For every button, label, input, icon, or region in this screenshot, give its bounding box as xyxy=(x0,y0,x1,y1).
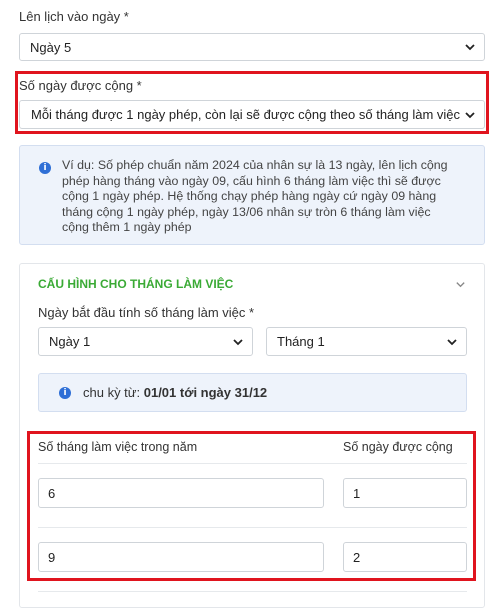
example-info-box: i Ví dụ: Số phép chuẩn năm 2024 của nhân… xyxy=(19,145,485,245)
info-icon: i xyxy=(59,387,71,399)
start-day-select[interactable]: Ngày 1 xyxy=(38,327,253,356)
chevron-down-icon xyxy=(465,111,475,118)
table-divider xyxy=(38,463,467,464)
added-days-label: Số ngày được cộng * xyxy=(19,78,142,93)
days-value-row-2: 2 xyxy=(353,549,361,565)
days-input-row-1[interactable]: 1 xyxy=(343,478,467,508)
added-days-value: Mỗi tháng được 1 ngày phép, còn lại sẽ đ… xyxy=(31,107,461,122)
schedule-label: Lên lịch vào ngày * xyxy=(19,9,129,24)
schedule-day-value: Ngày 5 xyxy=(30,39,72,55)
start-day-value: Ngày 1 xyxy=(49,334,91,349)
cycle-prefix: chu kỳ từ: xyxy=(83,385,144,400)
chevron-down-icon xyxy=(465,44,475,51)
schedule-day-select[interactable]: Ngày 5 xyxy=(19,33,485,61)
table-divider xyxy=(38,527,467,528)
cycle-value: 01/01 tới ngày 31/12 xyxy=(143,385,268,400)
start-label: Ngày bắt đầu tính số tháng làm việc * xyxy=(38,305,255,320)
start-month-select[interactable]: Tháng 1 xyxy=(266,327,467,356)
months-input-row-1[interactable]: 6 xyxy=(38,478,324,508)
months-value-row-2: 9 xyxy=(48,549,56,565)
cycle-text: chu kỳ từ: 01/01 tới ngày 31/12 xyxy=(83,385,267,400)
chevron-down-icon xyxy=(233,338,243,345)
chevron-down-icon[interactable] xyxy=(455,279,466,290)
example-text: Ví dụ: Số phép chuẩn năm 2024 của nhân s… xyxy=(62,158,448,234)
table-divider xyxy=(38,591,467,592)
col-header-months: Số tháng làm việc trong năm xyxy=(38,440,198,454)
info-icon: i xyxy=(39,162,51,174)
added-days-select[interactable]: Mỗi tháng được 1 ngày phép, còn lại sẽ đ… xyxy=(19,100,485,129)
start-month-value: Tháng 1 xyxy=(277,334,325,349)
config-title: CẤU HÌNH CHO THÁNG LÀM VIỆC xyxy=(38,277,234,291)
months-input-row-2[interactable]: 9 xyxy=(38,542,324,572)
days-input-row-2[interactable]: 2 xyxy=(343,542,467,572)
col-header-days: Số ngày được cộng xyxy=(343,440,453,454)
cycle-info-box: i chu kỳ từ: 01/01 tới ngày 31/12 xyxy=(38,373,467,412)
chevron-down-icon xyxy=(447,338,457,345)
months-value-row-1: 6 xyxy=(48,485,56,501)
days-value-row-1: 1 xyxy=(353,485,361,501)
